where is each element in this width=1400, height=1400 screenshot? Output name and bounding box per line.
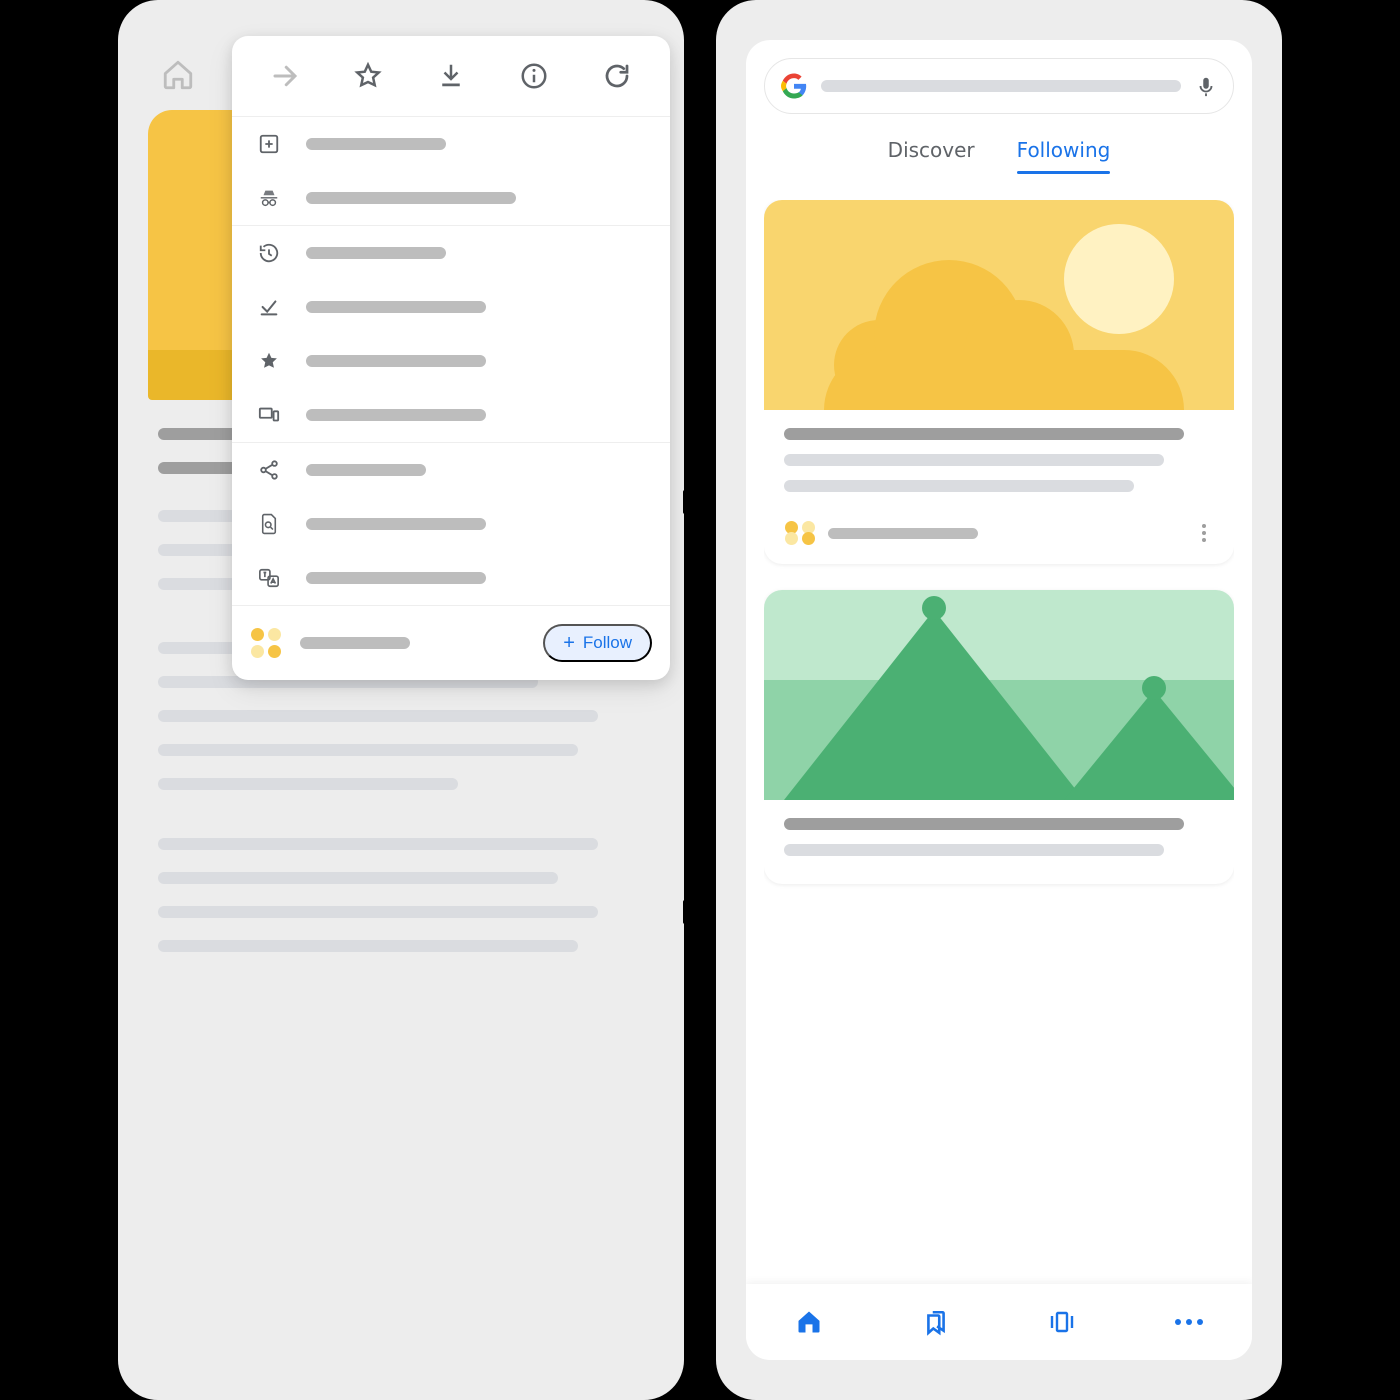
card-overflow-icon[interactable] (1194, 524, 1214, 542)
menu-item-label (306, 518, 486, 530)
menu-item-label (306, 301, 486, 313)
placeholder-line (784, 818, 1184, 830)
left-phone-frame: + Follow (118, 0, 684, 1400)
mic-icon[interactable] (1195, 75, 1217, 97)
follow-button[interactable]: + Follow (543, 624, 652, 662)
placeholder-line (158, 872, 558, 884)
history-icon (254, 238, 284, 268)
search-query-placeholder (821, 80, 1181, 92)
placeholder-line (158, 710, 598, 722)
chrome-start-page: Discover Following (746, 40, 1252, 1360)
home-button[interactable] (148, 45, 208, 105)
menu-item-new-tab[interactable] (232, 117, 670, 171)
star-outline-icon[interactable] (351, 59, 385, 93)
feed-tabs: Discover Following (746, 138, 1252, 174)
menu-item-label (306, 409, 486, 421)
feed[interactable] (764, 200, 1234, 1290)
decoration (683, 490, 717, 514)
menu-item-label (306, 572, 486, 584)
placeholder-line (784, 428, 1184, 440)
right-phone-frame: Discover Following (716, 0, 1282, 1400)
menu-item-label (306, 247, 446, 259)
menu-item-label (306, 464, 426, 476)
more-icon[interactable] (1174, 1307, 1204, 1337)
tab-discover[interactable]: Discover (888, 138, 975, 174)
chrome-menu: + Follow (232, 36, 670, 680)
menu-item-label (306, 138, 446, 150)
new-tab-icon (254, 129, 284, 159)
placeholder-line (158, 778, 458, 790)
menu-item-translate[interactable] (232, 551, 670, 605)
home-icon[interactable] (794, 1307, 824, 1337)
recent-tabs-icon (254, 400, 284, 430)
feed-card[interactable] (764, 590, 1234, 884)
site-brand-icon (784, 520, 816, 546)
bookmarks-icon[interactable] (921, 1307, 951, 1337)
forward-icon[interactable] (268, 59, 302, 93)
incognito-icon (254, 183, 284, 213)
tab-following[interactable]: Following (1017, 138, 1111, 174)
feed-card[interactable] (764, 200, 1234, 564)
placeholder-line (784, 454, 1164, 466)
google-logo-icon (781, 73, 807, 99)
menu-item-share[interactable] (232, 443, 670, 497)
menu-item-recent-tabs[interactable] (232, 388, 670, 442)
downloads-done-icon (254, 292, 284, 322)
bookmarks-star-icon (254, 346, 284, 376)
menu-follow-row: + Follow (232, 606, 670, 680)
menu-item-history[interactable] (232, 226, 670, 280)
menu-icon-row (232, 36, 670, 116)
menu-item-label (306, 355, 486, 367)
refresh-icon[interactable] (600, 59, 634, 93)
decoration (683, 900, 717, 924)
bottom-nav (746, 1284, 1252, 1360)
menu-item-incognito[interactable] (232, 171, 670, 225)
tab-switcher-icon[interactable] (1047, 1307, 1077, 1337)
find-in-page-icon (254, 509, 284, 539)
share-icon (254, 455, 284, 485)
card-image (764, 200, 1234, 410)
site-name-label (300, 637, 410, 649)
placeholder-line (784, 844, 1164, 856)
download-icon[interactable] (434, 59, 468, 93)
search-bar[interactable] (764, 58, 1234, 114)
menu-item-downloads[interactable] (232, 280, 670, 334)
info-icon[interactable] (517, 59, 551, 93)
placeholder-line (158, 744, 578, 756)
translate-icon (254, 563, 284, 593)
site-brand-icon (250, 627, 282, 659)
menu-item-find-in-page[interactable] (232, 497, 670, 551)
menu-item-bookmarks[interactable] (232, 334, 670, 388)
source-label (828, 528, 978, 539)
follow-chip-label: Follow (583, 633, 632, 653)
placeholder-line (158, 940, 578, 952)
card-image (764, 590, 1234, 800)
placeholder-line (158, 838, 598, 850)
placeholder-line (784, 480, 1134, 492)
placeholder-line (158, 906, 598, 918)
menu-item-label (306, 192, 516, 204)
